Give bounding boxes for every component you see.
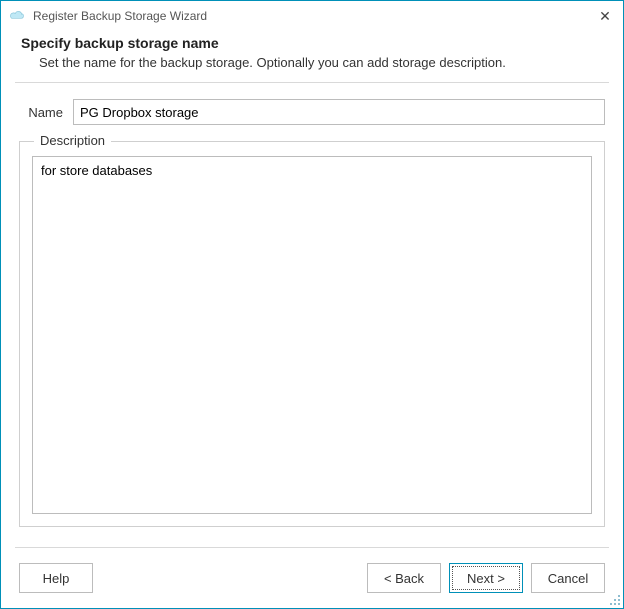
wizard-footer: Help < Back Next > Cancel — [1, 548, 623, 608]
help-button[interactable]: Help — [19, 563, 93, 593]
next-button[interactable]: Next > — [449, 563, 523, 593]
window-title: Register Backup Storage Wizard — [29, 9, 595, 23]
titlebar: Register Backup Storage Wizard ✕ — [1, 1, 623, 31]
name-input[interactable] — [73, 99, 605, 125]
back-button[interactable]: < Back — [367, 563, 441, 593]
description-fieldset: Description — [19, 141, 605, 527]
name-row: Name — [19, 99, 605, 125]
description-label: Description — [34, 133, 111, 148]
cloud-icon — [9, 9, 29, 24]
close-button[interactable]: ✕ — [595, 6, 615, 26]
wizard-content: Name Description — [1, 83, 623, 539]
wizard-window: Register Backup Storage Wizard ✕ Specify… — [0, 0, 624, 609]
name-label: Name — [19, 105, 73, 120]
wizard-header: Specify backup storage name Set the name… — [1, 31, 623, 82]
description-textarea[interactable] — [32, 156, 592, 514]
page-heading: Specify backup storage name — [21, 35, 603, 51]
cancel-button[interactable]: Cancel — [531, 563, 605, 593]
close-icon: ✕ — [599, 8, 611, 25]
page-subtitle: Set the name for the backup storage. Opt… — [39, 55, 603, 70]
